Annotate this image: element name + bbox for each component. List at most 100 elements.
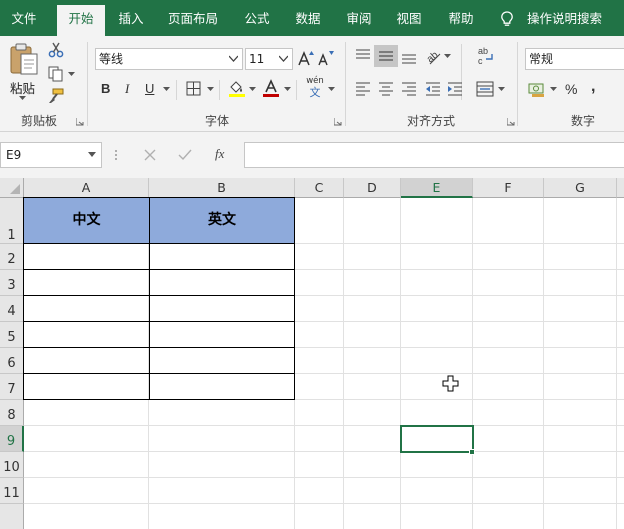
align-center-icon[interactable] xyxy=(377,81,395,97)
active-cell-e9[interactable] xyxy=(400,425,474,453)
increase-font-size-icon[interactable] xyxy=(298,50,314,66)
paste-label[interactable]: 粘贴 xyxy=(10,78,35,97)
row-header-11[interactable]: 11 xyxy=(0,478,24,504)
table-cell[interactable] xyxy=(149,321,295,348)
clipboard-launcher-icon[interactable] xyxy=(76,118,84,126)
column-header-b[interactable]: B xyxy=(149,178,295,198)
row-header-5[interactable]: 5 xyxy=(0,322,24,348)
row-header-6[interactable]: 6 xyxy=(0,348,24,374)
format-painter-icon[interactable] xyxy=(48,88,64,104)
table-cell[interactable] xyxy=(149,243,295,270)
underline-button[interactable]: U xyxy=(145,81,154,96)
table-header-english[interactable]: 英文 xyxy=(149,197,295,244)
table-cell[interactable] xyxy=(149,269,295,296)
cut-icon[interactable] xyxy=(48,42,64,58)
column-header-e[interactable]: E xyxy=(401,178,473,198)
column-header-h[interactable] xyxy=(617,178,624,198)
tab-view[interactable]: 视图 xyxy=(388,0,430,36)
font-launcher-icon[interactable] xyxy=(334,118,342,126)
underline-dropdown-icon[interactable] xyxy=(163,87,170,92)
row-header-8[interactable]: 8 xyxy=(0,400,24,426)
align-top-icon[interactable] xyxy=(354,48,372,64)
insert-function-button[interactable]: fx xyxy=(215,146,224,162)
row-header-7[interactable]: 7 xyxy=(0,374,24,400)
resize-handle-icon[interactable] xyxy=(114,149,118,161)
column-header-c[interactable]: C xyxy=(295,178,344,198)
table-cell[interactable] xyxy=(23,321,150,348)
copy-icon[interactable] xyxy=(48,66,64,82)
row-header-10[interactable]: 10 xyxy=(0,452,24,478)
font-size-combo[interactable]: 11 xyxy=(245,48,293,70)
align-middle-button[interactable] xyxy=(374,45,398,67)
row-header-2[interactable]: 2 xyxy=(0,244,24,270)
chevron-down-icon[interactable] xyxy=(88,152,96,158)
phonetic-guide-button[interactable]: wén 文 xyxy=(305,76,325,98)
column-header-d[interactable]: D xyxy=(344,178,401,198)
borders-dropdown-icon[interactable] xyxy=(207,87,214,92)
table-header-chinese[interactable]: 中文 xyxy=(23,197,150,244)
table-cell[interactable] xyxy=(23,373,150,400)
row-header-1[interactable]: 1 xyxy=(0,198,24,244)
table-cell[interactable] xyxy=(23,295,150,322)
italic-button[interactable]: I xyxy=(125,81,129,97)
decrease-font-size-icon[interactable] xyxy=(318,50,334,66)
column-header-g[interactable]: G xyxy=(544,178,617,198)
tab-data[interactable]: 数据 xyxy=(287,0,329,36)
name-box[interactable]: E9 xyxy=(0,142,102,168)
font-name-combo[interactable]: 等线 xyxy=(95,48,243,70)
tab-insert[interactable]: 插入 xyxy=(110,0,152,36)
number-format-combo[interactable]: 常规 xyxy=(525,48,624,70)
accounting-format-icon[interactable] xyxy=(528,80,546,98)
table-cell[interactable] xyxy=(23,269,150,296)
table-cell[interactable] xyxy=(23,243,150,270)
row-header-9[interactable]: 9 xyxy=(0,426,24,452)
excel-window: { "ribbon": { "tabs": [ {"label": "文件"},… xyxy=(0,0,624,529)
fill-color-dropdown-icon[interactable] xyxy=(249,87,256,92)
cancel-icon[interactable] xyxy=(144,149,156,161)
paste-dropdown-icon[interactable] xyxy=(19,96,26,101)
decrease-indent-icon[interactable] xyxy=(424,81,442,97)
tab-page-layout[interactable]: 页面布局 xyxy=(160,0,226,36)
fill-handle[interactable] xyxy=(469,449,475,455)
align-left-icon[interactable] xyxy=(354,81,372,97)
bold-button[interactable]: B xyxy=(101,81,110,96)
borders-icon[interactable] xyxy=(186,81,201,96)
table-cell[interactable] xyxy=(23,347,150,374)
paste-icon[interactable] xyxy=(8,42,40,76)
enter-icon[interactable] xyxy=(178,149,192,161)
fill-color-icon[interactable] xyxy=(228,79,246,97)
tab-help[interactable]: 帮助 xyxy=(440,0,482,36)
row-header-3[interactable]: 3 xyxy=(0,270,24,296)
copy-dropdown-icon[interactable] xyxy=(68,72,75,77)
accounting-dropdown-icon[interactable] xyxy=(550,87,557,92)
align-bottom-icon[interactable] xyxy=(400,48,418,64)
row-header-12[interactable] xyxy=(0,504,24,529)
font-color-icon[interactable] xyxy=(262,79,280,97)
comma-style-button[interactable]: , xyxy=(591,78,595,96)
select-all-button[interactable] xyxy=(0,178,24,198)
tell-me-search[interactable]: 操作说明搜索 xyxy=(527,0,602,36)
merge-dropdown-icon[interactable] xyxy=(498,87,505,92)
column-header-f[interactable]: F xyxy=(473,178,544,198)
tab-formulas[interactable]: 公式 xyxy=(236,0,278,36)
phonetic-dropdown-icon[interactable] xyxy=(328,87,335,92)
orientation-dropdown-icon[interactable] xyxy=(444,54,451,59)
table-cell[interactable] xyxy=(149,295,295,322)
lightbulb-icon[interactable] xyxy=(500,11,514,27)
increase-indent-icon[interactable] xyxy=(446,81,464,97)
table-cell[interactable] xyxy=(149,373,295,400)
alignment-launcher-icon[interactable] xyxy=(507,118,515,126)
formula-input[interactable] xyxy=(244,142,624,168)
column-header-a[interactable]: A xyxy=(24,178,149,198)
tab-home[interactable]: 开始 xyxy=(57,5,105,36)
tab-file[interactable]: 文件 xyxy=(0,0,48,36)
wrap-text-icon[interactable]: abc xyxy=(476,45,496,65)
table-cell[interactable] xyxy=(149,347,295,374)
align-right-icon[interactable] xyxy=(400,81,418,97)
percent-style-button[interactable]: % xyxy=(565,81,577,97)
merge-center-icon[interactable] xyxy=(476,80,494,98)
tab-review[interactable]: 审阅 xyxy=(338,0,380,36)
orientation-icon[interactable]: ab xyxy=(424,47,442,65)
font-color-dropdown-icon[interactable] xyxy=(284,87,291,92)
row-header-4[interactable]: 4 xyxy=(0,296,24,322)
